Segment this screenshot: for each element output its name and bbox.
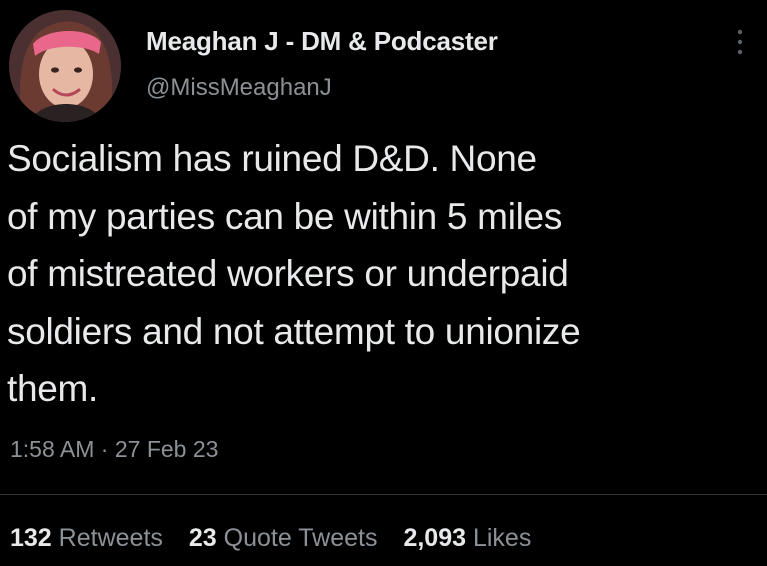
timestamp-separator: · <box>100 436 109 462</box>
tweet-text-line: them. <box>7 368 99 409</box>
likes-label: Likes <box>472 524 532 552</box>
more-vertical-icon[interactable] <box>734 27 746 57</box>
tweet-text-line: of my parties can be within 5 miles <box>7 195 563 237</box>
tweet-time: 1:58 AM <box>10 436 95 462</box>
quote-tweets-label: Quote Tweets <box>223 524 378 552</box>
tweet-text-line: of mistreated workers or underpaid <box>7 253 569 294</box>
quote-tweets-stat[interactable]: 23 Quote Tweets <box>189 524 378 552</box>
engagement-stats: 132 Retweets 23 Quote Tweets 2,093 Likes <box>10 524 531 553</box>
retweets-count: 132 <box>10 524 52 552</box>
tweet-text: Socialism has ruined D&D. None of my par… <box>7 130 759 418</box>
retweets-stat[interactable]: 132 Retweets <box>10 524 163 552</box>
author-display-name[interactable]: Meaghan J - DM & Podcaster <box>146 26 498 57</box>
tweet-date: 27 Feb 23 <box>114 436 219 462</box>
quote-tweets-count: 23 <box>188 524 217 552</box>
likes-count: 2,093 <box>403 524 467 552</box>
tweet-text-line: soldiers and not attempt to unionize <box>7 310 581 352</box>
tweet-text-line: Socialism has ruined D&D. None <box>7 138 537 179</box>
retweets-label: Retweets <box>58 524 163 552</box>
tweet-timestamp[interactable]: 1:58 AM · 27 Feb 23 <box>10 436 218 463</box>
divider <box>0 494 767 495</box>
avatar[interactable] <box>9 10 121 122</box>
likes-stat[interactable]: 2,093 Likes <box>403 524 531 552</box>
author-handle[interactable]: @MissMeaghanJ <box>146 74 332 102</box>
avatar-photo <box>9 10 121 122</box>
